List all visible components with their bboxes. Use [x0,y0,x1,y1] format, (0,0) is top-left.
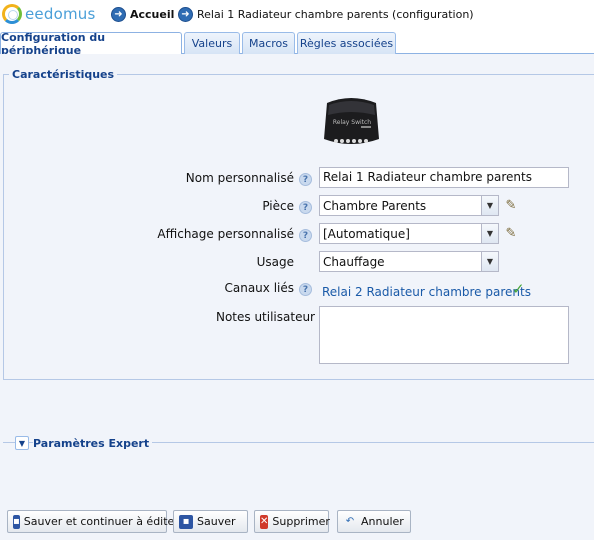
help-icon[interactable]: ? [299,229,312,242]
device-image-label: Relay Switch [333,119,371,126]
floppy-disk-icon: ▪ [179,514,193,529]
chevron-down-icon[interactable]: ▼ [481,224,498,243]
chevron-down-icon[interactable]: ▼ [15,436,29,450]
floppy-disk-icon: ▪ [13,514,20,529]
cancel-button[interactable]: ↶ Annuler [337,510,411,533]
tab-regles[interactable]: Règles associées [297,32,396,54]
arrow-right-icon: ➜ [111,7,126,22]
display-select[interactable]: [Automatique] ▼ [319,223,499,244]
expert-section-toggle[interactable]: ▼ Paramètres Expert [15,436,153,450]
breadcrumb-current-label: Relai 1 Radiateur chambre parents (confi… [197,8,474,21]
delete-label: Supprimer [272,515,330,528]
save-label: Sauver [197,515,236,528]
chevron-down-icon[interactable]: ▼ [481,196,498,215]
tab-valeurs[interactable]: Valeurs [184,32,240,54]
chevron-down-icon[interactable]: ▼ [481,252,498,271]
help-icon[interactable]: ? [299,201,312,214]
pencil-icon[interactable]: ✎ [503,225,519,241]
delete-button[interactable]: ✕ Supprimer [254,510,330,533]
room-label: Pièce [262,199,294,213]
header: eedomus ➜ Accueil ➜ Relai 1 Radiateur ch… [0,0,594,30]
device-image: Relay Switch [324,98,379,144]
display-label: Affichage personnalisé [157,227,294,241]
usage-label: Usage [256,255,294,269]
pencil-icon[interactable]: ✎ [503,197,519,213]
room-select[interactable]: Chambre Parents ▼ [319,195,499,216]
expert-section-title: Paramètres Expert [33,436,153,450]
linked-channel-link[interactable]: Relai 2 Radiateur chambre parents [322,285,531,299]
help-icon[interactable]: ? [299,173,312,186]
display-select-value: [Automatique] [323,227,410,241]
notes-label: Notes utilisateur [215,310,315,324]
undo-arrow-icon: ↶ [345,516,355,527]
usage-select[interactable]: Chauffage ▼ [319,251,499,272]
logo-text: eedomus [25,5,96,23]
tab-configuration[interactable]: Configuration du périphérique [0,31,182,57]
tab-bar: Configuration du périphérique Valeurs Ma… [0,30,594,57]
cancel-label: Annuler [361,515,404,528]
tab-macros[interactable]: Macros [242,32,295,54]
name-label: Nom personnalisé [185,171,294,185]
save-continue-button[interactable]: ▪ Sauver et continuer à éditer [7,510,179,533]
check-icon: ✓ [512,280,525,298]
breadcrumb-current[interactable]: ➜ Relai 1 Radiateur chambre parents (con… [178,7,474,22]
section-title: Caractéristiques [9,68,118,81]
channels-label: Canaux liés [224,281,294,295]
logo-icon [2,4,22,24]
name-field[interactable]: Relai 1 Radiateur chambre parents [319,167,569,188]
usage-select-value: Chauffage [323,255,385,269]
eedomus-logo[interactable]: eedomus [2,4,96,24]
arrow-right-icon: ➜ [178,7,193,22]
help-icon[interactable]: ? [299,283,312,296]
notes-textarea[interactable] [319,306,569,364]
save-continue-label: Sauver et continuer à éditer [23,515,179,528]
breadcrumb-home[interactable]: ➜ Accueil [111,7,174,22]
delete-x-icon: ✕ [260,514,269,529]
room-select-value: Chambre Parents [323,199,427,213]
breadcrumb-home-label: Accueil [130,8,175,21]
save-button[interactable]: ▪ Sauver [173,510,248,533]
